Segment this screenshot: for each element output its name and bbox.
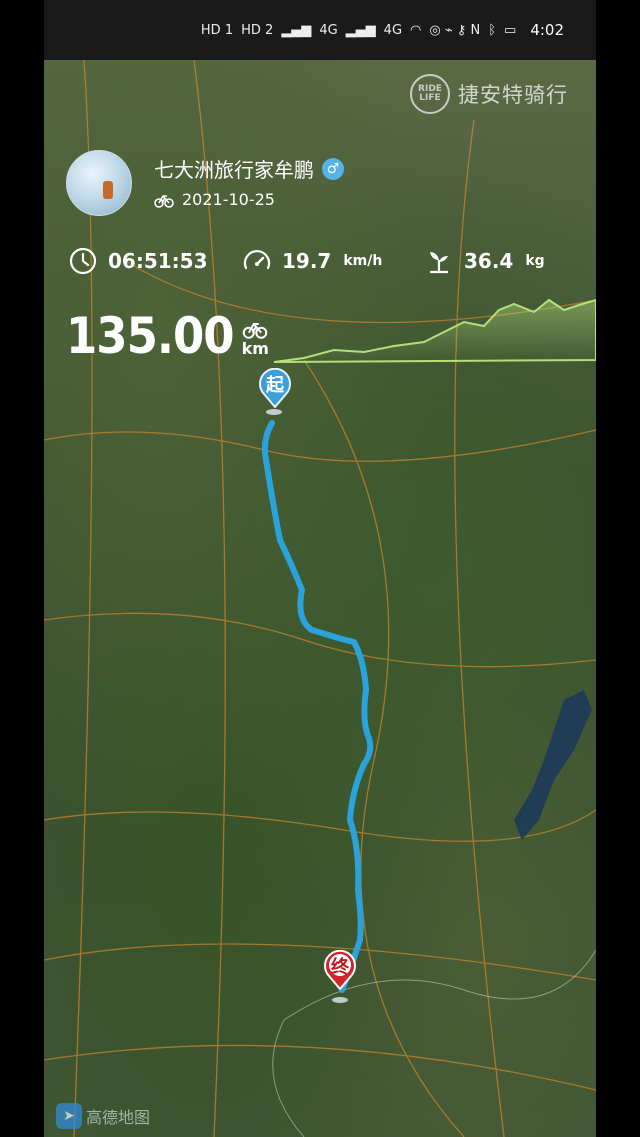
brand-logo-icon: RIDE LIFE: [410, 74, 450, 114]
notification-icons: ◎ ⌁ ⚷ N: [429, 22, 481, 38]
avatar-figure: [103, 181, 113, 199]
status-bar: HD 1 HD 2 ▂▄▆ 4G ▂▄▆ 4G ◠ ◎ ⌁ ⚷ N ᛒ ▭ 4:…: [44, 0, 596, 60]
end-marker[interactable]: 终: [323, 949, 357, 991]
route-path: [261, 420, 374, 993]
road-network: [44, 60, 596, 1137]
end-label: 终: [331, 957, 349, 978]
network-label-3: 4G: [319, 22, 338, 38]
battery-icon: ▭: [504, 22, 517, 38]
distance-block: 135.00 km: [66, 308, 269, 364]
avatar[interactable]: [66, 150, 132, 216]
carbon-value: 36.4: [464, 249, 514, 273]
carbon-unit: kg: [525, 253, 545, 269]
speedometer-icon: [243, 250, 271, 270]
bluetooth-icon: ᛒ: [488, 22, 497, 38]
distance-value: 135.00: [66, 307, 235, 365]
brand-name: 捷安特骑行: [458, 83, 568, 107]
map-view[interactable]: [44, 60, 596, 1137]
username: 七大洲旅行家牟鹏: [154, 158, 314, 182]
wifi-icon: ◠: [410, 22, 422, 38]
start-marker-base: [266, 409, 282, 415]
end-marker-base: [332, 997, 348, 1003]
stat-carbon: 36.4 kg: [424, 246, 545, 276]
profile-name-row: 七大洲旅行家牟鹏 ♂: [154, 154, 344, 183]
network-label-1: HD 1: [200, 22, 234, 38]
status-time: 4:02: [530, 21, 564, 39]
app-frame: HD 1 HD 2 ▂▄▆ 4G ▂▄▆ 4G ◠ ◎ ⌁ ⚷ N ᛒ ▭ 4:…: [44, 0, 596, 1137]
map-provider-name: 高德地图: [86, 1108, 151, 1127]
ride-date-row: 2021-10-25: [154, 190, 275, 209]
signal-icon: ▂▄▆: [281, 22, 312, 38]
speed-unit: km/h: [343, 253, 383, 269]
bicycle-icon: [154, 194, 174, 208]
boundary-lines: [272, 949, 596, 1137]
sprout-icon: [430, 252, 448, 274]
duration-value: 06:51:53: [108, 249, 208, 273]
start-label: 起: [266, 375, 284, 396]
navigation-arrow-icon: ➤: [56, 1103, 82, 1129]
map-provider-watermark: ➤ 高德地图: [56, 1103, 150, 1129]
stat-speed: 19.7 km/h: [242, 246, 424, 276]
lake: [514, 690, 592, 840]
elevation-profile: [273, 298, 596, 363]
signal-icon: ▂▄▆: [345, 22, 376, 38]
distance-unit: km: [241, 339, 269, 358]
stats-row: 06:51:53 19.7 km/h 36.4 kg: [68, 246, 578, 276]
brand: RIDE LIFE 捷安特骑行: [410, 74, 568, 114]
gender-icon: ♂: [322, 157, 344, 180]
network-label-2: HD 2: [241, 22, 274, 38]
distance-unit-block: km: [242, 319, 269, 358]
clock-icon: [69, 247, 97, 275]
network-label-4: 4G: [383, 22, 403, 38]
speed-value: 19.7: [282, 249, 332, 273]
stat-duration: 06:51:53: [68, 246, 242, 276]
map-overlay: [44, 60, 596, 1137]
bicycle-icon: [243, 323, 268, 339]
start-marker[interactable]: 起: [258, 367, 292, 409]
ride-date: 2021-10-25: [182, 190, 275, 209]
